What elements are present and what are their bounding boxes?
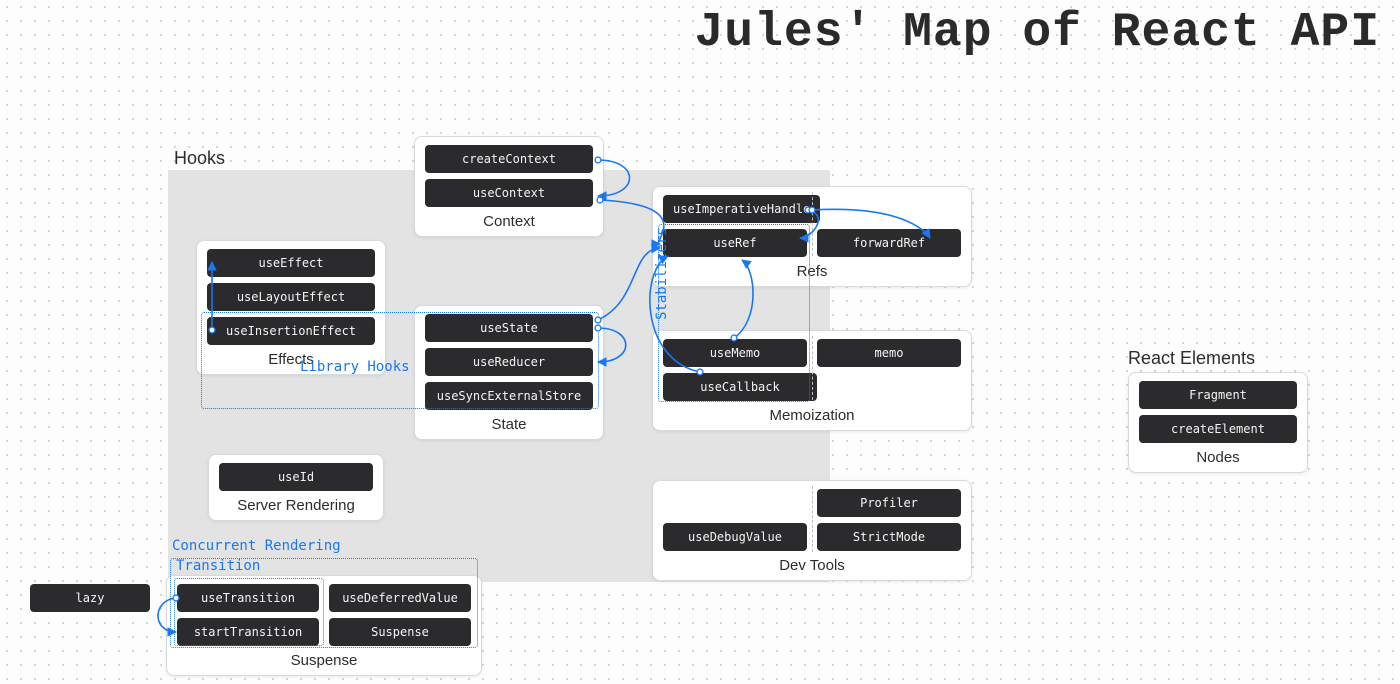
pill-useContext: useContext (425, 179, 593, 207)
separator-devtools (812, 486, 813, 552)
caption-state: State (425, 416, 593, 433)
pill-useSyncExternalStore: useSyncExternalStore (425, 382, 593, 410)
pill-useLayoutEffect: useLayoutEffect (207, 283, 375, 311)
pill-useDeferredValue: useDeferredValue (329, 584, 471, 612)
pill-createContext: createContext (425, 145, 593, 173)
group-suspense: useTransition useDeferredValue startTran… (166, 575, 482, 676)
pill-useRef: useRef (663, 229, 807, 257)
pill-useImperativeHandle: useImperativeHandle (663, 195, 820, 223)
pill-Fragment: Fragment (1139, 381, 1297, 409)
pill-Suspense: Suspense (329, 618, 471, 646)
pill-useId: useId (219, 463, 373, 491)
label-library-hooks: Library Hooks (300, 359, 410, 375)
pill-startTransition: startTransition (177, 618, 319, 646)
label-stabilizers: Stabilizers (654, 227, 670, 320)
caption-nodes: Nodes (1139, 449, 1297, 466)
page-title: Jules' Map of React API (694, 6, 1380, 60)
pill-useDebugValue: useDebugValue (663, 523, 807, 551)
label-concurrent-rendering: Concurrent Rendering (172, 538, 341, 554)
pill-Profiler: Profiler (817, 489, 961, 517)
caption-suspense: Suspense (177, 652, 471, 669)
pill-forwardRef: forwardRef (817, 229, 961, 257)
pill-useEffect: useEffect (207, 249, 375, 277)
pill-createElement: createElement (1139, 415, 1297, 443)
caption-server-rendering: Server Rendering (219, 497, 373, 514)
hooks-label: Hooks (174, 148, 225, 169)
pill-StrictMode: StrictMode (817, 523, 961, 551)
pill-lazy: lazy (30, 584, 150, 612)
pill-useCallback: useCallback (663, 373, 817, 401)
pill-useReducer: useReducer (425, 348, 593, 376)
react-elements-label: React Elements (1128, 348, 1255, 369)
group-nodes: Fragment createElement Nodes (1128, 372, 1308, 473)
separator-refs (812, 192, 813, 256)
pill-useInsertionEffect: useInsertionEffect (207, 317, 375, 345)
pill-useTransition: useTransition (177, 584, 319, 612)
separator-memo (812, 336, 813, 400)
caption-dev-tools: Dev Tools (663, 557, 961, 574)
caption-refs: Refs (663, 263, 961, 280)
group-server-rendering: useId Server Rendering (208, 454, 384, 521)
pill-memo: memo (817, 339, 961, 367)
pill-useState: useState (425, 314, 593, 342)
group-state: useState useReducer useSyncExternalStore… (414, 305, 604, 440)
label-transition: Transition (176, 558, 260, 574)
caption-memoization: Memoization (663, 407, 961, 424)
caption-context: Context (425, 213, 593, 230)
pill-useMemo: useMemo (663, 339, 807, 367)
group-effects: useEffect useLayoutEffect useInsertionEf… (196, 240, 386, 375)
group-context: createContext useContext Context (414, 136, 604, 237)
